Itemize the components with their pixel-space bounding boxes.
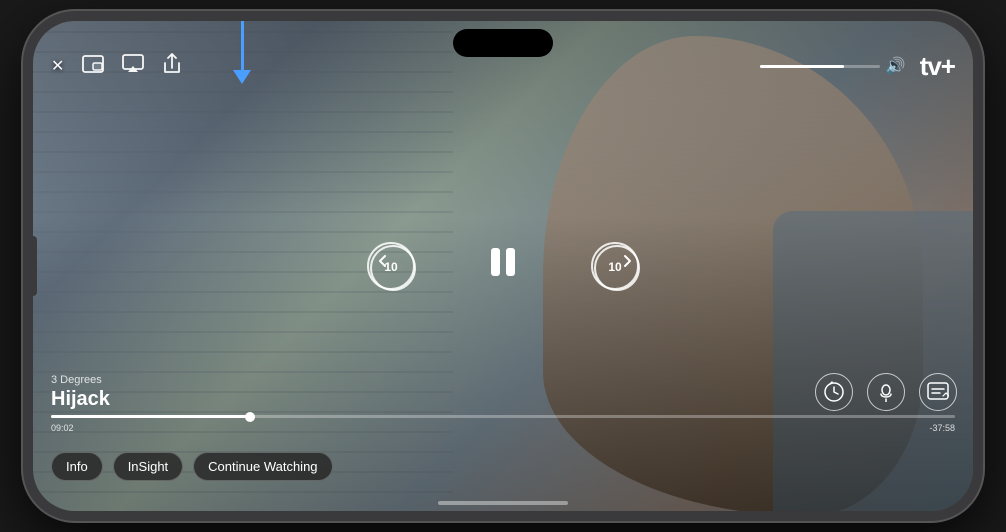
- audio-button[interactable]: [867, 373, 905, 411]
- subtitles-button[interactable]: [919, 373, 957, 411]
- volume-control[interactable]: 🔊: [760, 56, 906, 76]
- progress-track[interactable]: [51, 415, 955, 418]
- pause-button[interactable]: [485, 244, 521, 288]
- right-side-controls: [815, 373, 957, 411]
- top-left-controls: ✕: [51, 53, 182, 80]
- volume-slider[interactable]: [760, 65, 880, 68]
- time-row: 09:02 -37:58: [51, 423, 955, 433]
- progress-thumb[interactable]: [245, 412, 255, 422]
- pip-button[interactable]: [82, 55, 104, 78]
- show-info: 3 Degrees Hijack: [51, 374, 110, 411]
- share-button[interactable]: [162, 53, 182, 80]
- progress-bar-row: 09:02 -37:58: [51, 415, 955, 433]
- rewind-button[interactable]: 10: [367, 242, 415, 290]
- insight-pill-button[interactable]: InSight: [113, 452, 183, 481]
- speed-button[interactable]: [815, 373, 853, 411]
- phone-frame: ✕: [23, 11, 983, 521]
- top-right-controls: 🔊 tv+: [760, 51, 955, 82]
- camera-bump: [29, 236, 37, 296]
- airplay-button[interactable]: [122, 54, 144, 79]
- home-indicator: [438, 501, 568, 505]
- forward-button[interactable]: 10: [591, 242, 639, 290]
- close-button[interactable]: ✕: [51, 56, 64, 76]
- current-time: 09:02: [51, 423, 74, 433]
- playback-controls: 10 10: [367, 242, 639, 290]
- tvplus-text: tv+: [920, 51, 955, 82]
- progress-fill: [51, 415, 250, 418]
- show-title: Hijack: [51, 388, 110, 411]
- arrow-shaft: [241, 21, 244, 71]
- dynamic-island: [453, 29, 553, 57]
- bottom-pill-buttons: Info InSight Continue Watching: [51, 452, 333, 481]
- arrow-head: [233, 70, 251, 84]
- volume-icon: 🔊: [886, 56, 906, 76]
- continue-watching-pill-button[interactable]: Continue Watching: [193, 452, 332, 481]
- remaining-time: -37:58: [929, 423, 955, 433]
- volume-fill: [760, 65, 844, 68]
- appletv-logo: tv+: [918, 51, 955, 82]
- show-subtitle: 3 Degrees: [51, 374, 110, 386]
- airplay-arrow-indicator: [233, 21, 251, 84]
- info-pill-button[interactable]: Info: [51, 452, 103, 481]
